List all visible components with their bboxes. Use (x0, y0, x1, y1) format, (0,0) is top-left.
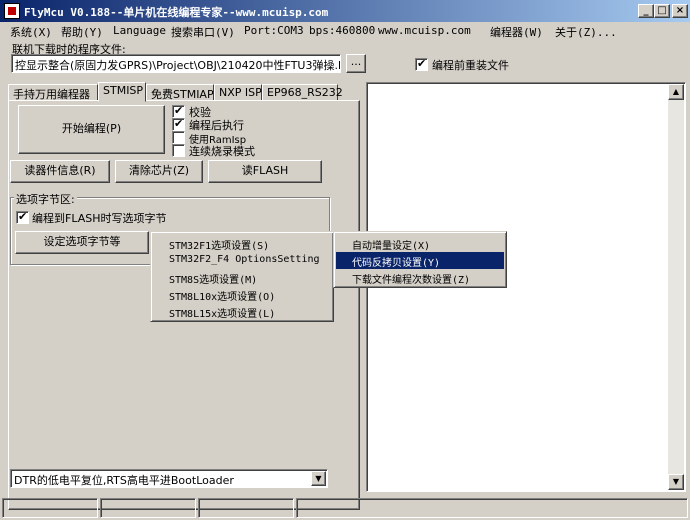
status-bar (0, 496, 690, 520)
minimize-button[interactable]: _ (638, 4, 654, 18)
set-option-bytes-button[interactable]: 设定选项字节等 (15, 231, 149, 254)
menu-item-stm32f1[interactable]: STM32F1选项设置(S) (153, 235, 331, 252)
menu-item-stm8l15x[interactable]: STM8L15x选项设置(L) (153, 303, 331, 320)
maximize-button[interactable]: □ (654, 4, 670, 18)
continuous-label: 连续烧录模式 (189, 145, 255, 158)
start-program-button[interactable]: 开始编程(P) (18, 105, 165, 154)
file-path-input[interactable]: 控显示整合(原固力发GPRS)\Project\OBJ\210420中性FTU3… (11, 54, 341, 73)
app-icon (4, 3, 20, 19)
ramisp-checkbox[interactable] (172, 131, 185, 144)
menu-item-stm32f2-f4[interactable]: STM32F2_F4 OptionsSetting (153, 252, 331, 269)
extra-settings-menu: 自动增量设定(X) 代码反拷贝设置(Y) 下载文件编程次数设置(Z) (333, 231, 507, 288)
close-button[interactable]: × (672, 4, 688, 18)
menu-system[interactable]: 系统(X) (10, 24, 52, 40)
title-bar: FlyMcu V0.188--单片机在线编程专家--www.mcuisp.com… (0, 0, 690, 22)
read-flash-button[interactable]: 读FLASH (208, 160, 322, 183)
reload-checkbox[interactable] (415, 57, 428, 71)
log-scrollbar[interactable]: ▲ ▼ (668, 84, 684, 490)
scroll-up-icon[interactable]: ▲ (668, 84, 684, 100)
status-cell-1 (2, 498, 98, 518)
bootloader-mode-select[interactable]: DTR的低电平复位,RTS高电平进BootLoader ▼ (10, 469, 328, 488)
reload-label: 编程前重装文件 (432, 59, 509, 72)
chevron-down-icon[interactable]: ▼ (311, 471, 326, 486)
tab-nxp-isp[interactable]: NXP ISP (214, 84, 262, 101)
read-device-info-button[interactable]: 读器件信息(R) (10, 160, 110, 183)
erase-chip-button[interactable]: 清除芯片(Z) (115, 160, 203, 183)
run-after-checkbox[interactable] (172, 117, 185, 131)
menu-bps[interactable]: bps:460800 (309, 24, 375, 37)
menu-item-auto-increment[interactable]: 自动增量设定(X) (336, 235, 504, 252)
option-bytes-label: 选项字节区: (14, 191, 77, 207)
menu-bar: 系统(X) 帮助(Y) Language 搜索串口(V) Port:COM3 b… (0, 22, 690, 40)
bootloader-mode-value: DTR的低电平复位,RTS高电平进BootLoader (14, 474, 234, 487)
menu-help[interactable]: 帮助(Y) (61, 24, 103, 40)
status-cell-4 (296, 498, 688, 518)
menu-website[interactable]: www.mcuisp.com (378, 24, 471, 37)
window-title: FlyMcu V0.188--单片机在线编程专家--www.mcuisp.com (24, 6, 329, 19)
tab-free-stmiap[interactable]: 免费STMIAP (146, 84, 214, 101)
status-cell-2 (100, 498, 196, 518)
tab-stmisp[interactable]: STMISP (98, 82, 146, 102)
menu-item-anti-copy[interactable]: 代码反拷贝设置(Y) (336, 252, 504, 269)
status-cell-3 (198, 498, 294, 518)
menu-item-program-count[interactable]: 下载文件编程次数设置(Z) (336, 269, 504, 286)
menu-port[interactable]: Port:COM3 (244, 24, 304, 37)
menu-language[interactable]: Language (113, 24, 166, 37)
write-option-checkbox[interactable] (16, 210, 29, 224)
menu-search-port[interactable]: 搜索串口(V) (171, 24, 235, 40)
menu-about[interactable]: 关于(Z)... (555, 24, 617, 40)
tab-ep968[interactable]: EP968_RS232 (262, 84, 343, 101)
browse-button[interactable]: ... (346, 54, 366, 73)
menu-item-stm8s[interactable]: STM8S选项设置(M) (153, 269, 331, 286)
menu-item-stm8l10x[interactable]: STM8L10x选项设置(O) (153, 286, 331, 303)
tab-handheld[interactable]: 手持万用编程器 (8, 84, 98, 101)
write-option-label: 编程到FLASH时写选项字节 (32, 212, 167, 225)
menu-programmer[interactable]: 编程器(W) (490, 24, 543, 40)
scroll-down-icon[interactable]: ▼ (668, 474, 684, 490)
option-settings-menu: STM32F1选项设置(S) STM32F2_F4 OptionsSetting… (150, 231, 334, 322)
continuous-checkbox[interactable] (172, 144, 185, 157)
